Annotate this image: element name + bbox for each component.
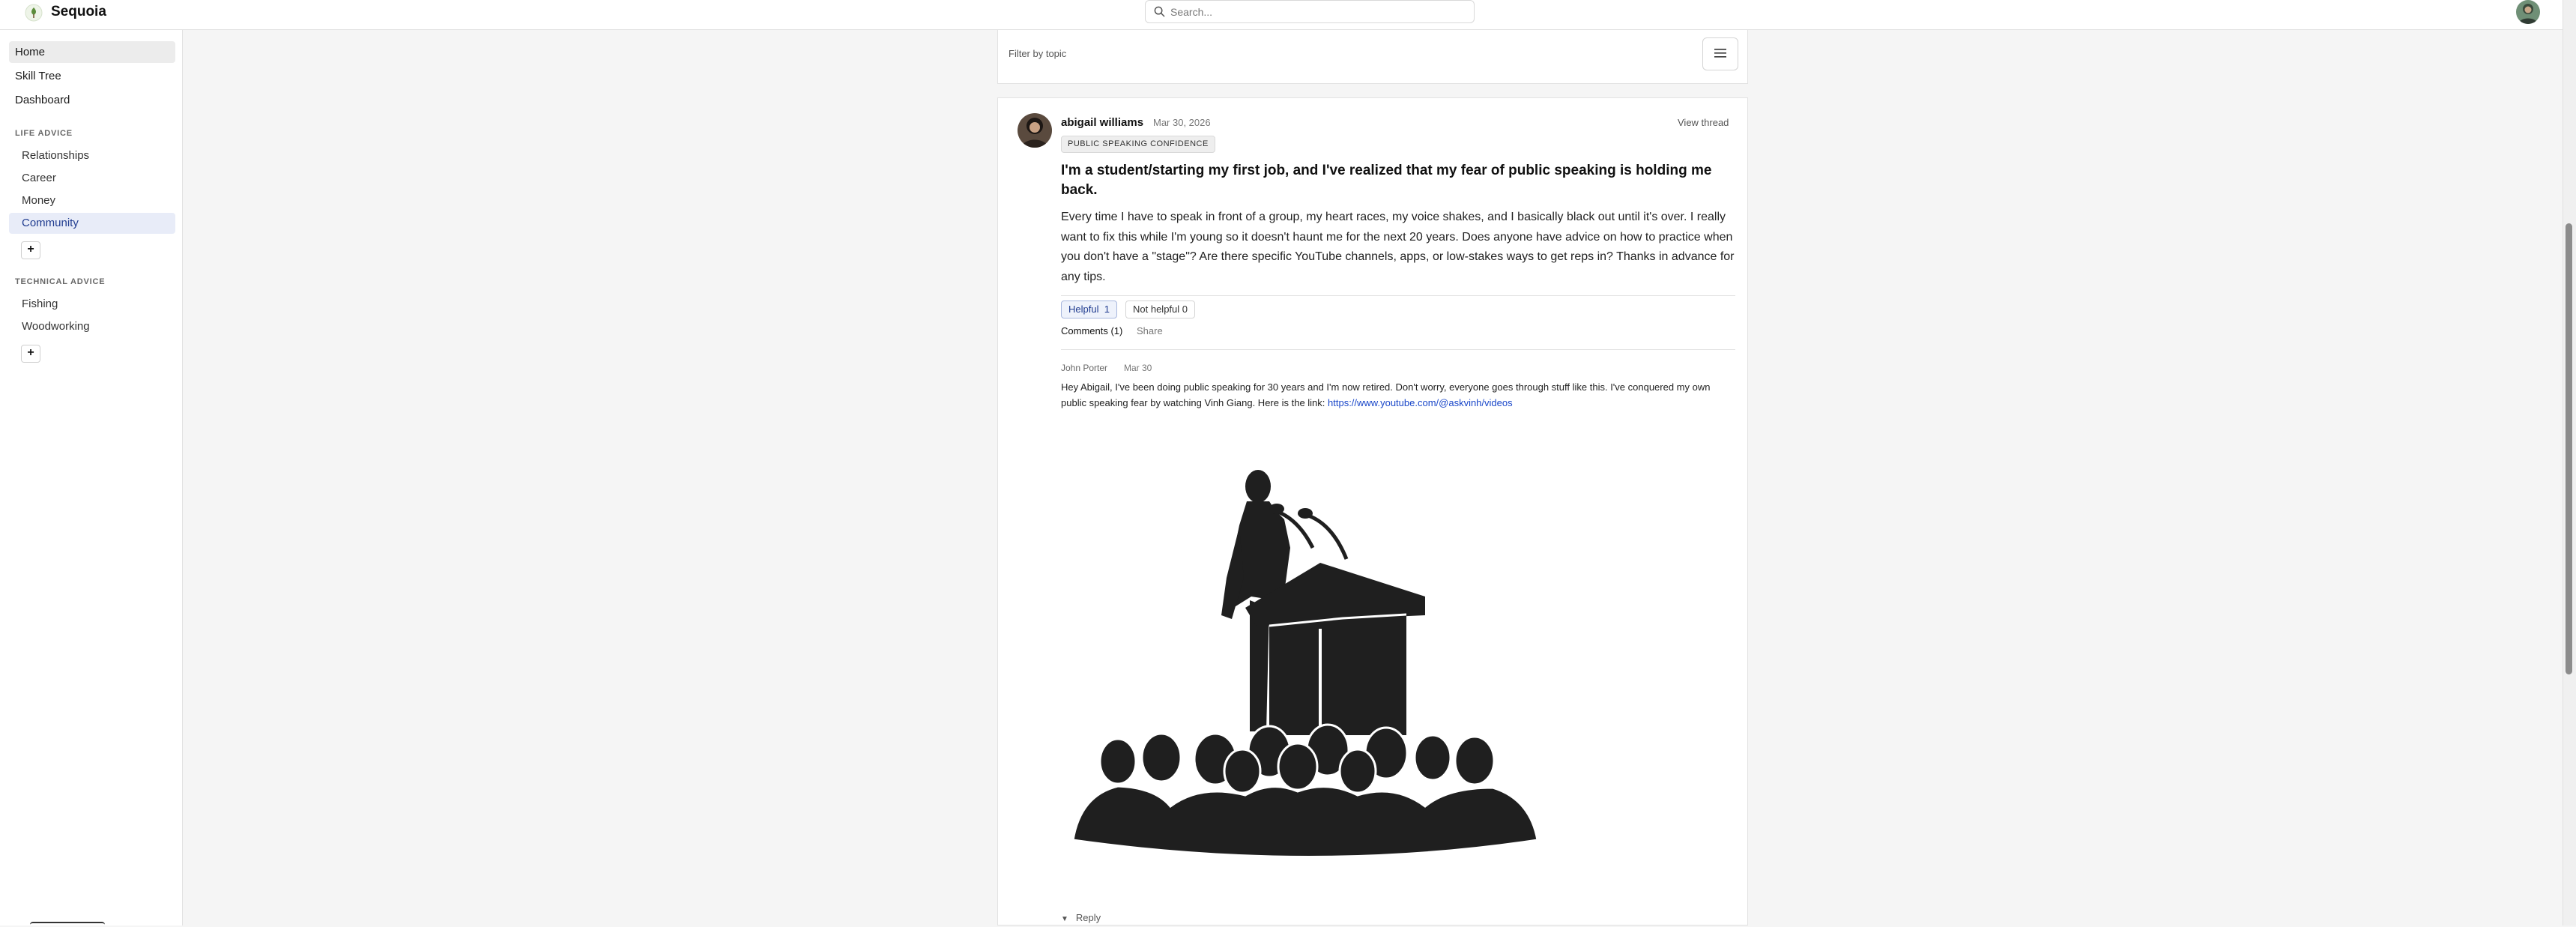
reply-toggle[interactable]: ▼ Reply — [1061, 912, 1101, 923]
filter-bar: Filter by topic — [997, 30, 1748, 84]
add-life-advice-topic-button[interactable]: + — [21, 241, 40, 259]
comment-link[interactable]: https://www.youtube.com/@askvinh/videos — [1328, 397, 1513, 408]
comment-date: Mar 30 — [1124, 363, 1152, 373]
helpful-count: 1 — [1104, 304, 1110, 315]
not-helpful-button[interactable]: Not helpful 0 — [1125, 301, 1196, 318]
reply-label: Reply — [1075, 912, 1101, 923]
sidebar: Home Skill Tree Dashboard LIFE ADVICE Re… — [0, 30, 183, 926]
search-icon — [1154, 6, 1165, 17]
filter-by-topic-label[interactable]: Filter by topic — [1009, 48, 1066, 59]
sidebar-item-fishing[interactable]: Fishing — [9, 294, 175, 315]
author-avatar[interactable] — [1018, 113, 1052, 148]
caret-down-icon: ▼ — [1061, 915, 1068, 923]
section-label-life-advice: LIFE ADVICE — [15, 129, 73, 138]
search-input[interactable]: Search... — [1145, 0, 1475, 23]
post-body: Every time I have to speak in front of a… — [1061, 211, 1735, 283]
hamburger-icon — [1714, 49, 1726, 58]
sequoia-logo-icon[interactable] — [24, 3, 43, 22]
helpful-button[interactable]: Helpful 1 — [1061, 301, 1117, 318]
post-author[interactable]: abigail williams — [1061, 116, 1143, 129]
sidebar-bottom-edge — [30, 922, 105, 927]
section-label-technical-advice: TECHNICAL ADVICE — [15, 277, 106, 286]
tab-comments[interactable]: Comments (1) — [1061, 325, 1122, 336]
sidebar-item-money[interactable]: Money — [9, 190, 175, 211]
tab-share[interactable]: Share — [1137, 325, 1163, 336]
app-title[interactable]: Sequoia — [51, 3, 106, 21]
post-title: I'm a student/starting my first job, and… — [1061, 163, 1712, 198]
comment-author[interactable]: John Porter — [1061, 363, 1107, 373]
post-card: abigail williams Mar 30, 2026 View threa… — [997, 97, 1748, 926]
topic-badge[interactable]: PUBLIC SPEAKING CONFIDENCE — [1061, 136, 1215, 153]
sidebar-item-skill-tree[interactable]: Skill Tree — [9, 65, 175, 87]
search-placeholder: Search... — [1170, 6, 1213, 18]
page-scrollbar-thumb[interactable] — [2566, 223, 2572, 674]
view-thread-link[interactable]: View thread — [1678, 117, 1729, 128]
post-date: Mar 30, 2026 — [1153, 117, 1211, 128]
top-bar: Sequoia Search... — [0, 0, 2576, 30]
sidebar-item-community[interactable]: Community — [9, 213, 175, 234]
sidebar-item-career[interactable]: Career — [9, 168, 175, 189]
sidebar-item-dashboard[interactable]: Dashboard — [9, 89, 175, 111]
sidebar-item-home[interactable]: Home — [9, 41, 175, 63]
comments-divider — [1061, 349, 1735, 350]
add-technical-advice-topic-button[interactable]: + — [21, 345, 40, 363]
sidebar-item-relationships[interactable]: Relationships — [9, 145, 175, 166]
post-divider — [1061, 295, 1735, 296]
not-helpful-count: 0 — [1182, 304, 1188, 315]
not-helpful-label: Not helpful — [1133, 304, 1180, 315]
sidebar-item-woodworking[interactable]: Woodworking — [9, 316, 175, 337]
user-avatar[interactable] — [2516, 0, 2540, 24]
public-speaker-illustration-icon[interactable] — [1073, 465, 1538, 863]
filter-menu-button[interactable] — [1702, 37, 1738, 70]
helpful-label: Helpful — [1068, 304, 1099, 315]
comment-text: Hey Abigail, I've been doing public spea… — [1061, 379, 1735, 411]
